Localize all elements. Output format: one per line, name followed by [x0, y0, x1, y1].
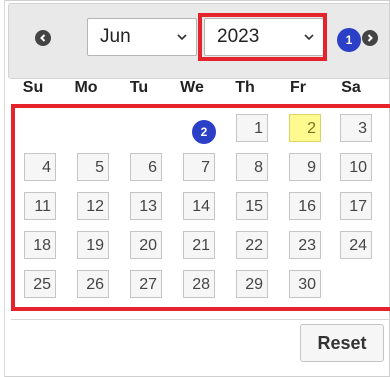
calendar-day[interactable]: 18	[24, 231, 56, 259]
calendar-day[interactable]: 12	[77, 192, 109, 220]
weekday-label: Su	[22, 79, 44, 96]
month-select-value: Jun	[100, 26, 131, 47]
weekday-label: Fr	[290, 79, 306, 96]
chevron-down-icon	[177, 34, 187, 41]
calendar-day[interactable]: 3	[340, 114, 372, 142]
calendar-day[interactable]: 29	[236, 270, 268, 298]
annotation-badge: 2	[192, 120, 216, 144]
footer-divider	[11, 319, 390, 320]
calendar-day[interactable]: 27	[130, 270, 162, 298]
calendar-day[interactable]: 1	[236, 114, 268, 142]
calendar-day[interactable]: 6	[130, 153, 162, 181]
year-select[interactable]: 2023	[204, 18, 324, 56]
weekday-label: Sa	[341, 79, 361, 96]
year-select-value: 2023	[217, 26, 260, 47]
reset-button[interactable]: Reset	[300, 324, 384, 362]
calendar-day[interactable]: 4	[24, 153, 56, 181]
month-select[interactable]: Jun	[87, 18, 197, 56]
calendar-day[interactable]: 20	[130, 231, 162, 259]
weekday-label: Mo	[74, 79, 98, 96]
calendar-day[interactable]: 16	[289, 192, 321, 220]
next-month-button[interactable]	[360, 28, 380, 48]
weekday-header-row: Su Mo Tu We Th Fr Sa	[8, 79, 388, 105]
calendar-day[interactable]: 21	[183, 231, 215, 259]
calendar-day[interactable]: 11	[24, 192, 56, 220]
calendar-day[interactable]: 25	[24, 270, 56, 298]
calendar-day[interactable]: 28	[183, 270, 215, 298]
weekday-label: We	[180, 79, 204, 96]
calendar-day[interactable]: 22	[236, 231, 268, 259]
weekday-label: Th	[235, 79, 255, 96]
calendar-day[interactable]: 13	[130, 192, 162, 220]
chevron-right-icon	[362, 30, 378, 46]
calendar-day[interactable]: 19	[77, 231, 109, 259]
calendar-day[interactable]: 23	[289, 231, 321, 259]
weekday-label: Tu	[129, 79, 149, 96]
calendar-day[interactable]: 2	[289, 114, 321, 142]
calendar-day[interactable]: 14	[183, 192, 215, 220]
calendar-day[interactable]: 30	[289, 270, 321, 298]
annotation-badge: 1	[337, 28, 361, 52]
calendar-day[interactable]: 9	[289, 153, 321, 181]
prev-month-button[interactable]	[33, 28, 53, 48]
page-edge	[0, 0, 5, 377]
calendar-day[interactable]: 5	[77, 153, 109, 181]
calendar-day[interactable]: 26	[77, 270, 109, 298]
calendar-day[interactable]: 17	[340, 192, 372, 220]
calendar-day[interactable]: 8	[236, 153, 268, 181]
calendar-day[interactable]: 15	[236, 192, 268, 220]
chevron-left-icon	[35, 30, 51, 46]
calendar-day[interactable]: 7	[183, 153, 215, 181]
datepicker: Jun 2023 1 Su Mo Tu We Th Fr Sa 1 2 3 4 5 6 7 8 9 10 11 1…	[8, 3, 390, 375]
datepicker-header: Jun 2023	[8, 3, 390, 79]
calendar-day[interactable]: 24	[340, 231, 372, 259]
chevron-down-icon	[304, 34, 314, 41]
calendar-day[interactable]: 10	[340, 153, 372, 181]
